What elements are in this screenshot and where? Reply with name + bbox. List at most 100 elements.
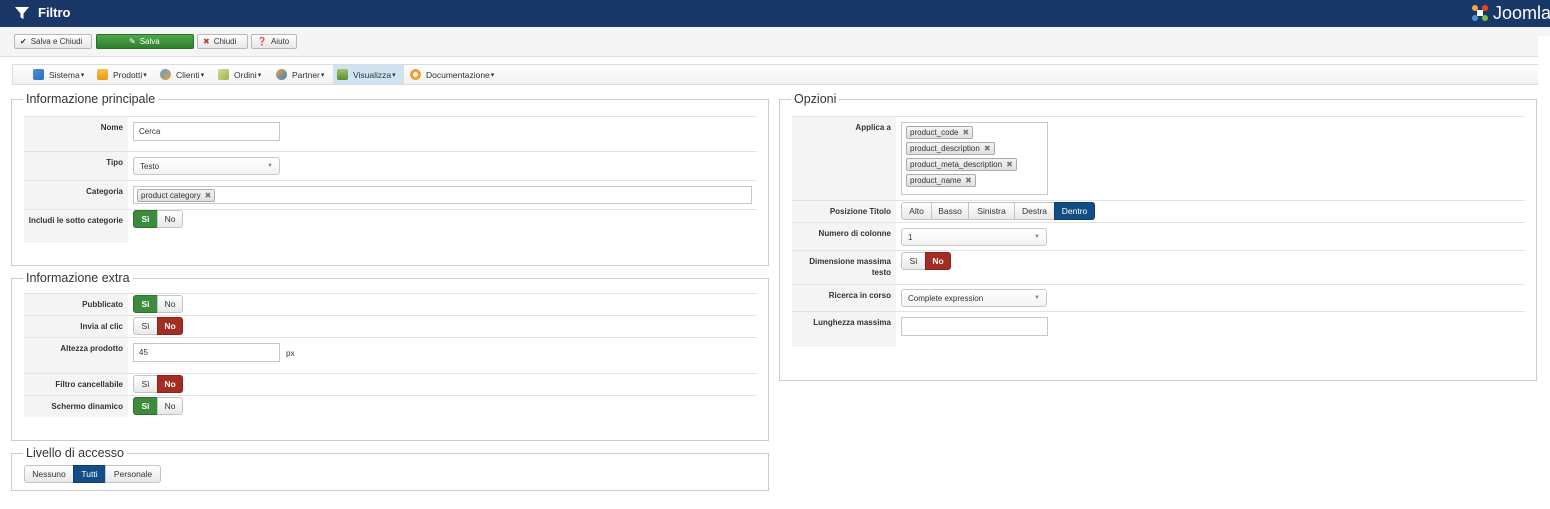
title-position-dentro[interactable]: Dentro [1054,202,1095,220]
save-button[interactable]: ✎ Salva [96,34,194,49]
height-unit: px [286,349,295,358]
title-position-destra[interactable]: Destra [1014,202,1055,220]
main-info-legend: Informazione principale [23,92,159,106]
cancel-no[interactable]: No [157,375,183,393]
published-no[interactable]: No [157,295,183,313]
dynamic-yes[interactable]: Sì [133,397,158,415]
category-tag[interactable]: product category ✖ [137,188,216,202]
field-row-published: Pubblicato Sì No [24,293,757,315]
partner-icon [276,69,287,80]
menu-item-ordini[interactable]: Ordini ▾ [214,65,265,84]
menu-item-prodotti[interactable]: Prodotti ▾ [93,65,151,84]
main-info-panel: Informazione principale Nome Cerca Tipo … [11,92,769,266]
customers-icon [160,69,171,80]
max-length-input[interactable] [901,317,1048,336]
type-select[interactable]: Testo ▼ [133,157,280,175]
extra-info-panel: Informazione extra Pubblicato Sì No Invi… [11,271,769,441]
dynamic-no[interactable]: No [157,397,183,415]
help-icon [410,69,421,80]
max-text-yes[interactable]: Sì [901,252,926,270]
submit-label: Invia al clic [24,316,128,337]
columns-select[interactable]: 1 ▼ [901,228,1047,246]
access-level-toggle: Nessuno Tutti Personale [24,465,161,483]
search-mode-select[interactable]: Complete expression ▼ [901,289,1047,307]
filter-icon [15,7,29,19]
edit-icon: ✎ [129,37,136,46]
category-multiselect[interactable]: product category ✖ [133,186,752,204]
field-row-height: Altezza prodotto 45 px [24,337,757,373]
apply-tag[interactable]: product_meta_description ✖ [906,158,1017,171]
remove-tag-icon[interactable]: ✖ [205,191,212,200]
field-row-name: Nome Cerca [24,116,757,151]
page-title: Filtro [38,5,71,20]
title-position-sinistra[interactable]: Sinistra [968,202,1015,220]
max-text-label: Dimensione massima testo [792,251,896,284]
cancel-toggle: Sì No [133,375,183,393]
field-row-max-text: Dimensione massima testo Sì No [792,250,1525,284]
remove-tag-icon[interactable]: ✖ [962,128,969,137]
category-label: Categoria [24,181,128,209]
access-legend: Livello di accesso [23,446,127,460]
apply-multiselect[interactable]: product_code ✖ product_description ✖ produ… [901,122,1048,195]
access-nessuno[interactable]: Nessuno [24,465,74,483]
options-legend: Opzioni [791,92,840,106]
name-input[interactable]: Cerca [133,122,280,141]
type-label: Tipo [24,152,128,180]
title-position-label: Posizione Titolo [792,201,896,222]
subcategories-yes[interactable]: Sì [133,210,158,228]
subcategories-no[interactable]: No [157,210,183,228]
menu-item-sistema[interactable]: Sistema ▾ [29,65,88,84]
chevron-down-icon: ▼ [1034,234,1040,240]
remove-tag-icon[interactable]: ✖ [965,176,972,185]
dynamic-label: Schermo dinamico [24,396,128,417]
field-row-cancel: Filtro cancellabile Sì No [24,373,757,395]
apply-tag[interactable]: product_description ✖ [906,142,995,155]
submit-yes[interactable]: Sì [133,317,158,335]
cancel-yes[interactable]: Sì [133,375,158,393]
published-toggle: Sì No [133,295,183,313]
access-panel: Livello di accesso Nessuno Tutti Persona… [11,446,769,491]
submit-toggle: Sì No [133,317,183,335]
scroll-edge [1538,36,1550,86]
options-panel: Opzioni Applica a product_code ✖ product_… [779,92,1537,381]
remove-tag-icon[interactable]: ✖ [1006,160,1013,169]
toolbar: ✔ Salva e Chiudi ✎ Salva ✖ Chiudi ❓ Aiut… [0,27,1550,57]
height-input[interactable]: 45 [133,343,280,362]
apply-tag[interactable]: product_name ✖ [906,174,976,187]
field-row-submit: Invia al clic Sì No [24,315,757,337]
field-row-max-length: Lunghezza massima [792,311,1525,347]
menu-item-clienti[interactable]: Clienti ▾ [156,65,208,84]
dynamic-toggle: Sì No [133,397,183,415]
menu-item-visualizza[interactable]: Visualizza ▾ [333,65,404,84]
joomla-logo: Joomla [1470,2,1550,24]
check-icon: ✔ [20,37,27,46]
published-yes[interactable]: Sì [133,295,158,313]
field-row-type: Tipo Testo ▼ [24,151,757,180]
access-personale[interactable]: Personale [105,465,161,483]
close-button[interactable]: ✖ Chiudi [197,34,248,49]
orders-icon [218,69,229,80]
search-label: Ricerca in corso [792,285,896,311]
submit-no[interactable]: No [157,317,183,335]
apply-tag[interactable]: product_code ✖ [906,126,974,139]
max-text-no[interactable]: No [925,252,951,270]
save-close-button[interactable]: ✔ Salva e Chiudi [14,34,92,49]
subcategories-toggle: Sì No [133,210,183,228]
name-label: Nome [24,117,128,151]
extra-info-legend: Informazione extra [23,271,133,285]
access-tutti[interactable]: Tutti [73,465,106,483]
columns-label: Numero di colonne [792,223,896,250]
logo-text: Joomla [1493,2,1550,23]
title-position-alto[interactable]: Alto [901,202,932,220]
title-position-basso[interactable]: Basso [931,202,969,220]
title-position-toggle: Alto Basso Sinistra Destra Dentro [901,202,1095,220]
field-row-apply: Applica a product_code ✖ product_descript… [792,116,1525,200]
menu-item-documentazione[interactable]: Documentazione ▾ [406,65,498,84]
help-button[interactable]: ❓ Aiuto [251,34,297,49]
remove-tag-icon[interactable]: ✖ [984,144,991,153]
tools-icon [33,69,44,80]
menu-item-partner[interactable]: Partner ▾ [272,65,328,84]
apply-label: Applica a [792,117,896,200]
max-length-label: Lunghezza massima [792,312,896,347]
close-icon: ✖ [203,37,210,46]
